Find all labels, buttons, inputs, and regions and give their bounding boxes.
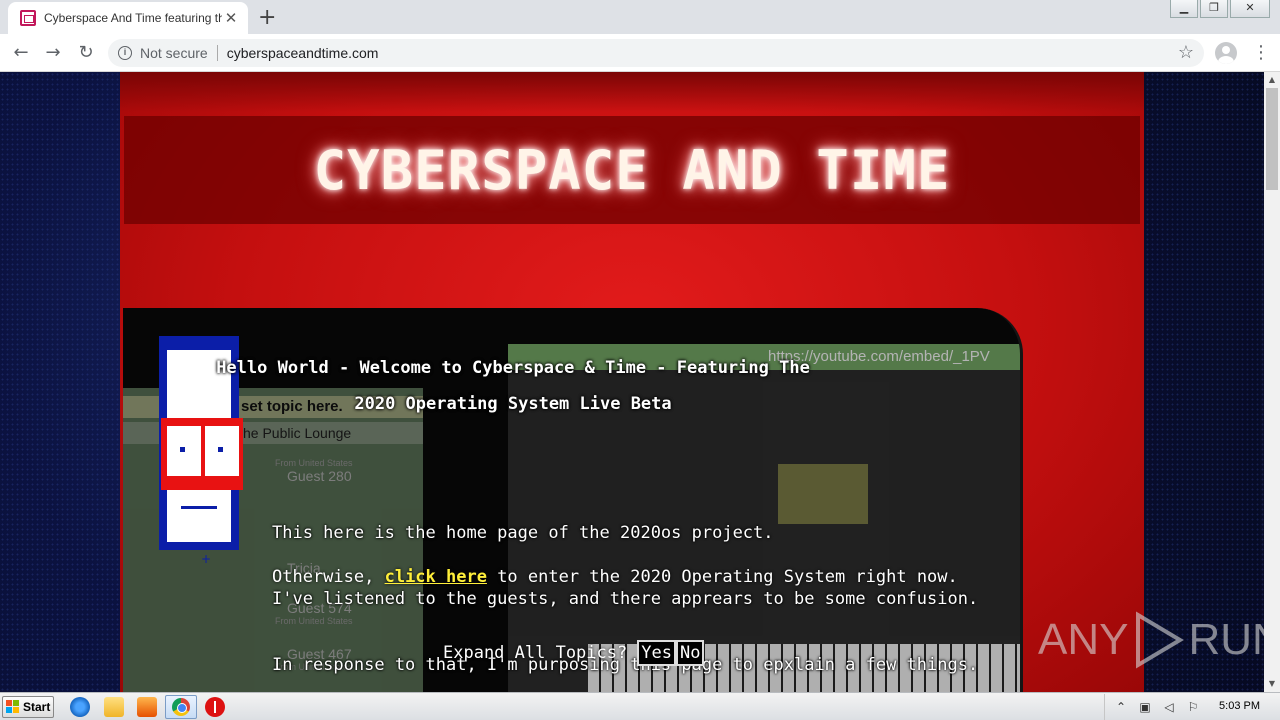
address-bar[interactable]: i Not secure cyberspaceandtime.com ☆: [108, 39, 1204, 67]
chrome-icon: [172, 698, 190, 716]
restore-button[interactable]: ❐: [1200, 0, 1228, 18]
intro-line-1: This here is the home page of the 2020os…: [272, 523, 774, 543]
volume-icon[interactable]: ◁: [1161, 700, 1177, 714]
browser-tab[interactable]: Cyberspace And Time featuring the ✕: [8, 2, 248, 34]
security-label: Not secure: [140, 45, 208, 61]
tab-title: Cyberspace And Time featuring the: [44, 11, 222, 25]
intro-text-layer: Hello World - Welcome to Cyberspace & Ti…: [123, 308, 1020, 692]
network-icon[interactable]: ▣: [1137, 700, 1153, 714]
chrome-taskbar-button[interactable]: [165, 695, 197, 719]
system-tray: ⌃ ▣ ◁ ⚐ 5:03 PM: [1104, 694, 1280, 720]
expand-topics-label: Expand All Topics?: [443, 643, 628, 663]
scrollbar-thumb[interactable]: [1266, 88, 1278, 190]
new-tab-button[interactable]: +: [258, 5, 276, 30]
browser-tabstrip: Cyberspace And Time featuring the ✕ + ▁ …: [0, 0, 1280, 34]
expand-no-button[interactable]: No: [675, 640, 705, 666]
expand-topics-control: Expand All Topics? Yes No: [443, 640, 705, 666]
bookmark-star-icon[interactable]: ☆: [1178, 42, 1194, 63]
windows-taskbar: Start ⌃ ▣ ◁ ⚐ 5:03 PM: [0, 692, 1280, 720]
url-text[interactable]: cyberspaceandtime.com: [227, 45, 379, 61]
file-explorer-icon[interactable]: [104, 697, 124, 717]
reload-icon[interactable]: ↻: [73, 40, 99, 66]
action-center-flag-icon[interactable]: ⚐: [1185, 700, 1201, 714]
info-icon[interactable]: i: [118, 46, 132, 60]
expand-yes-button[interactable]: Yes: [637, 640, 676, 666]
page-viewport: CYBERSPACE AND TIME set topic here. he P…: [0, 72, 1264, 692]
stop-sign-icon[interactable]: [205, 697, 225, 717]
page-scrollbar[interactable]: ▲ ▼: [1264, 72, 1280, 692]
address-separator: [216, 45, 218, 61]
forward-arrow-icon[interactable]: →: [40, 40, 66, 66]
minimize-button[interactable]: ▁: [1170, 0, 1198, 18]
window-close-button[interactable]: ✕: [1230, 0, 1270, 18]
media-player-icon[interactable]: [137, 697, 157, 717]
scroll-down-arrow-icon[interactable]: ▼: [1264, 676, 1280, 692]
watermark-left-text: ANY: [1038, 615, 1129, 664]
internet-explorer-icon[interactable]: [70, 697, 90, 717]
page-content-column: CYBERSPACE AND TIME set topic here. he P…: [120, 72, 1144, 692]
window-controls: ▁ ❐ ✕: [1169, 0, 1280, 18]
start-button[interactable]: Start: [2, 696, 54, 718]
enter-os-sentence: Otherwise, click here to enter the 2020 …: [272, 566, 958, 588]
back-arrow-icon[interactable]: ←: [8, 40, 34, 66]
site-favicon-icon: [20, 10, 36, 26]
tab-close-icon[interactable]: ✕: [222, 9, 240, 27]
welcome-headline-line2: 2020 Operating System Live Beta: [354, 394, 672, 414]
intro-line-2: I've listened to the guests, and there a…: [272, 589, 979, 609]
enter-os-suffix: to enter the 2020 Operating System right…: [486, 567, 958, 587]
enter-os-prefix: Otherwise,: [272, 567, 385, 587]
windows-logo-icon: [6, 700, 20, 714]
enter-os-link[interactable]: click here: [385, 567, 487, 587]
watermark-right-text: RUN: [1188, 615, 1264, 664]
scroll-up-arrow-icon[interactable]: ▲: [1264, 72, 1280, 88]
site-banner: CYBERSPACE AND TIME: [124, 116, 1140, 224]
welcome-headline-line1: Hello World - Welcome to Cyberspace & Ti…: [216, 358, 810, 378]
anyrun-watermark: ANY RUN: [1038, 610, 1264, 670]
intro-panel: set topic here. he Public Lounge From Un…: [123, 308, 1023, 692]
taskbar-clock[interactable]: 5:03 PM: [1219, 700, 1260, 712]
tray-expand-icon[interactable]: ⌃: [1113, 700, 1129, 714]
start-label: Start: [23, 700, 51, 714]
watermark-play-icon: [1136, 611, 1185, 669]
browser-toolbar: ← → ↻ i Not secure cyberspaceandtime.com…: [0, 34, 1280, 72]
site-title: CYBERSPACE AND TIME: [313, 139, 951, 202]
browser-menu-icon[interactable]: ⋮: [1252, 42, 1270, 63]
welcome-headline: Hello World - Welcome to Cyberspace & Ti…: [123, 350, 1020, 422]
profile-avatar-icon[interactable]: [1215, 42, 1237, 64]
